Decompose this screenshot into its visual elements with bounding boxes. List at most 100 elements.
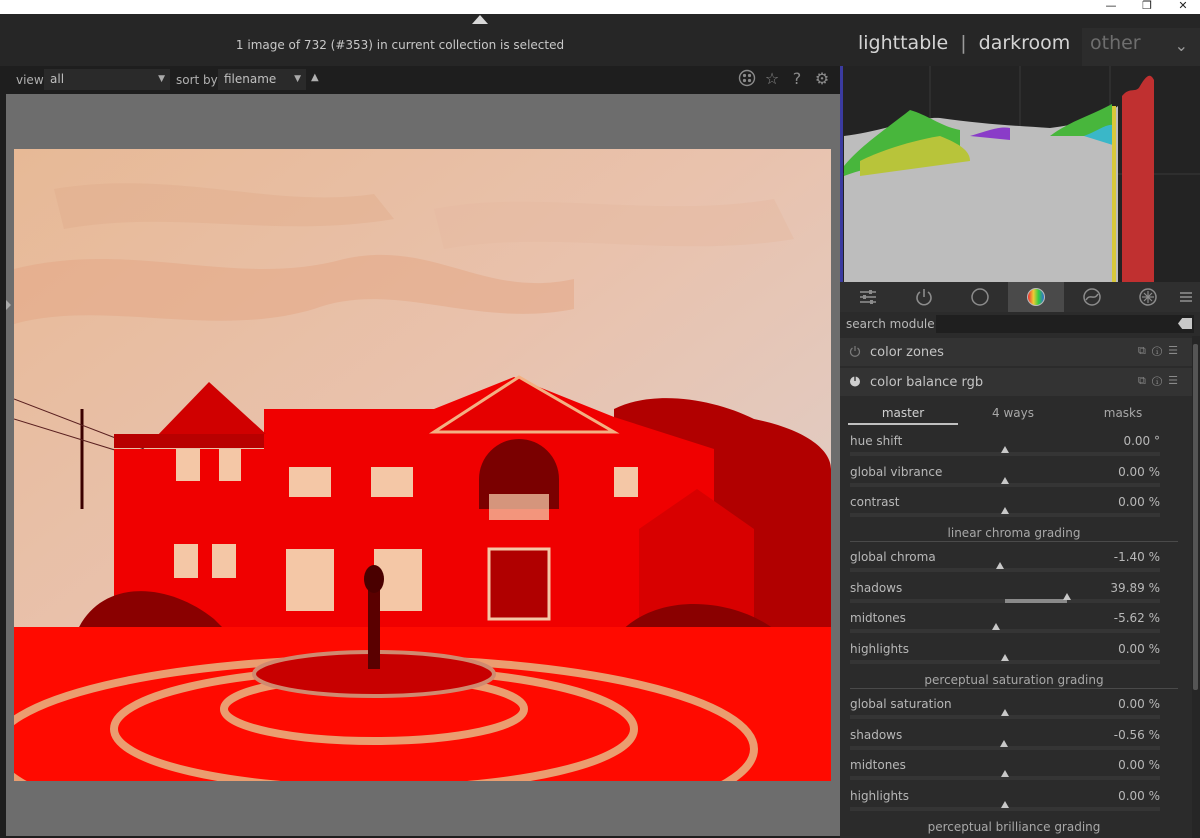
slider-value[interactable]: 39.89 % bbox=[1110, 581, 1160, 595]
slider-marker[interactable] bbox=[1000, 739, 1009, 747]
slider-contrast[interactable]: contrast 0.00 % bbox=[850, 493, 1160, 523]
base-modules-tab[interactable] bbox=[952, 282, 1008, 312]
slider-shadows[interactable]: shadows -0.56 % bbox=[850, 726, 1160, 756]
histogram-graph bbox=[840, 66, 1200, 282]
slider-highlights[interactable]: highlights 0.00 % bbox=[850, 787, 1160, 817]
menu-icon bbox=[1180, 292, 1192, 302]
slider-marker[interactable] bbox=[1001, 709, 1009, 716]
slider-shadows[interactable]: shadows 39.89 % bbox=[850, 579, 1160, 609]
power-icon[interactable] bbox=[849, 375, 861, 387]
sliders-icon bbox=[860, 290, 876, 304]
sort-direction-icon[interactable]: ▲ bbox=[311, 72, 319, 83]
help-icon[interactable]: ? bbox=[787, 69, 807, 89]
slider-value[interactable]: -5.62 % bbox=[1114, 611, 1160, 625]
color-balance-tabs: master 4 ways masks bbox=[848, 404, 1178, 426]
active-modules-tab[interactable] bbox=[896, 282, 952, 312]
module-color-balance-rgb[interactable]: color balance rgb ⧉ⓘ☰ bbox=[840, 368, 1192, 396]
slider-global-saturation[interactable]: global saturation 0.00 % bbox=[850, 695, 1160, 725]
view-switcher: lighttable|darkroom| bbox=[858, 32, 1101, 54]
slider-value[interactable]: 0.00 % bbox=[1118, 495, 1160, 509]
histogram[interactable] bbox=[840, 66, 1200, 282]
main-image[interactable] bbox=[14, 149, 831, 781]
module-scrollbar[interactable] bbox=[1192, 336, 1200, 838]
close-button[interactable]: ✕ bbox=[1168, 0, 1198, 14]
slider-label: midtones bbox=[850, 611, 906, 625]
slider-marker[interactable] bbox=[996, 562, 1005, 569]
presets-icon[interactable]: ☰ bbox=[1168, 344, 1184, 357]
slider-value[interactable]: 0.00 % bbox=[1118, 642, 1160, 656]
collapse-left-panel-icon[interactable] bbox=[6, 300, 11, 310]
slider-global-chroma[interactable]: global chroma -1.40 % bbox=[850, 548, 1160, 578]
reset-icon[interactable]: ⓘ bbox=[1152, 374, 1168, 387]
scrollbar-thumb[interactable] bbox=[1193, 344, 1198, 690]
grouping-icon[interactable] bbox=[737, 69, 757, 89]
slider-value[interactable]: 0.00 % bbox=[1118, 465, 1160, 479]
view-lighttable[interactable]: lighttable bbox=[858, 32, 948, 54]
view-filter-value: all bbox=[50, 72, 65, 86]
multi-instance-icon[interactable]: ⧉ bbox=[1138, 374, 1152, 387]
module-color-zones[interactable]: color zones ⧉ⓘ☰ bbox=[840, 338, 1192, 366]
presets-icon[interactable]: ☰ bbox=[1168, 374, 1184, 387]
view-darkroom[interactable]: darkroom bbox=[979, 32, 1071, 54]
slider-marker[interactable] bbox=[1001, 446, 1009, 453]
view-filter-select[interactable]: all ▼ bbox=[44, 69, 170, 90]
correct-modules-tab[interactable] bbox=[1064, 282, 1120, 312]
slider-label: contrast bbox=[850, 495, 900, 509]
view-filter-label: view bbox=[16, 73, 44, 87]
slider-marker[interactable] bbox=[1001, 770, 1009, 777]
presets-menu-tab[interactable] bbox=[1172, 282, 1200, 312]
slider-value[interactable]: 0.00 ° bbox=[1123, 434, 1160, 448]
filter-bar: view all ▼ sort by filename ▼ ▲ ☆ ? ⚙ bbox=[0, 66, 840, 94]
chevron-down-icon: ⌄ bbox=[1174, 36, 1188, 55]
module-name: color balance rgb bbox=[870, 375, 984, 390]
search-module-label: search module bbox=[846, 317, 935, 331]
sort-select[interactable]: filename ▼ bbox=[218, 69, 306, 90]
view-other-dropdown[interactable]: other ⌄ bbox=[1082, 28, 1200, 66]
section-perceptual-saturation-grading: perceptual saturation grading bbox=[850, 673, 1178, 689]
slider-track[interactable] bbox=[850, 629, 1160, 633]
module-header-icons: ⧉ⓘ☰ bbox=[1138, 344, 1184, 358]
slider-midtones[interactable]: midtones -5.62 % bbox=[850, 609, 1160, 639]
tab-4-ways[interactable]: 4 ways bbox=[958, 406, 1068, 420]
section-linear-chroma-grading: linear chroma grading bbox=[850, 526, 1178, 542]
reset-icon[interactable]: ⓘ bbox=[1152, 344, 1168, 357]
slider-global-vibrance[interactable]: global vibrance 0.00 % bbox=[850, 463, 1160, 493]
right-panel: search module color zones ⧉ⓘ☰ color bala… bbox=[840, 66, 1200, 838]
slider-value[interactable]: 0.00 % bbox=[1118, 758, 1160, 772]
slider-value[interactable]: 0.00 % bbox=[1118, 789, 1160, 803]
gear-icon[interactable]: ⚙ bbox=[812, 69, 832, 89]
slider-marker[interactable] bbox=[1001, 800, 1009, 808]
minimize-button[interactable]: — bbox=[1096, 0, 1126, 14]
slider-label: shadows bbox=[850, 580, 903, 595]
color-modules-tab[interactable] bbox=[1008, 282, 1064, 312]
collapse-top-panel-icon[interactable] bbox=[472, 15, 488, 24]
slider-midtones[interactable]: midtones 0.00 % bbox=[850, 756, 1160, 786]
slider-marker[interactable] bbox=[1063, 592, 1071, 600]
quick-access-tab[interactable] bbox=[840, 282, 896, 312]
slider-value[interactable]: 0.00 % bbox=[1118, 697, 1160, 711]
star-icon[interactable]: ☆ bbox=[762, 69, 782, 89]
search-module-input[interactable] bbox=[936, 315, 1194, 333]
slider-highlights[interactable]: highlights 0.00 % bbox=[850, 640, 1160, 670]
slider-value[interactable]: -0.56 % bbox=[1114, 728, 1160, 742]
effect-icon bbox=[1139, 288, 1157, 306]
slider-hue-shift[interactable]: hue shift 0.00 ° bbox=[850, 432, 1160, 462]
power-icon[interactable] bbox=[849, 345, 861, 357]
os-title-bar: — ❐ ✕ bbox=[0, 0, 1200, 14]
center-view[interactable] bbox=[6, 94, 840, 836]
tab-masks[interactable]: masks bbox=[1068, 406, 1178, 420]
slider-label: shadows bbox=[850, 727, 903, 742]
effect-modules-tab[interactable] bbox=[1120, 282, 1176, 312]
slider-label: global saturation bbox=[850, 697, 952, 711]
slider-marker[interactable] bbox=[1001, 507, 1009, 514]
slider-marker[interactable] bbox=[991, 623, 1000, 630]
slider-marker[interactable] bbox=[1001, 653, 1009, 661]
tab-master[interactable]: master bbox=[848, 406, 958, 425]
restore-button[interactable]: ❐ bbox=[1132, 0, 1162, 14]
sort-value: filename bbox=[224, 72, 277, 86]
slider-value[interactable]: -1.40 % bbox=[1114, 550, 1160, 564]
multi-instance-icon[interactable]: ⧉ bbox=[1138, 344, 1152, 357]
slider-marker[interactable] bbox=[1001, 476, 1009, 484]
slider-track[interactable] bbox=[850, 568, 1160, 572]
slider-label: global vibrance bbox=[850, 464, 943, 479]
